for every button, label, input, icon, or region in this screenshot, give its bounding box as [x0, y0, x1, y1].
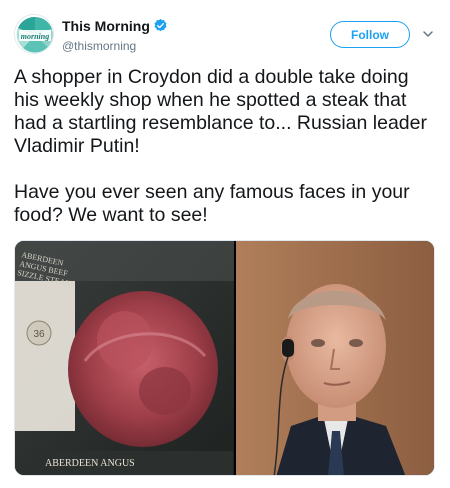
tweet-text: A shopper in Croydon did a double take d… — [14, 66, 434, 227]
tweet-media[interactable]: 36 ABERDEEN ANGUS BEEF SIZZLE STEAKS ABE… — [14, 240, 435, 476]
tweet-paragraph: Have you ever seen any famous faces in y… — [14, 181, 410, 226]
package-label-bottom: ABERDEEN ANGUS — [45, 458, 135, 469]
portrait-photo[interactable] — [236, 241, 434, 475]
verified-badge-icon — [154, 19, 167, 32]
follow-button[interactable]: Follow — [330, 21, 410, 48]
avatar[interactable]: morning — [14, 14, 54, 54]
badge-number: 36 — [33, 329, 45, 340]
display-name[interactable]: This Morning — [62, 18, 150, 34]
account-names: This Morning @thismorning — [62, 17, 168, 53]
account-handle[interactable]: @thismorning — [62, 39, 168, 53]
svg-text:morning: morning — [21, 32, 49, 41]
tweet-header: morning This Morning @thismorning Follow — [14, 14, 438, 62]
this-morning-logo-icon: morning — [15, 15, 53, 53]
tweet-card: morning This Morning @thismorning Follow… — [0, 0, 450, 488]
steak-illustration: 36 ABERDEEN ANGUS BEEF SIZZLE STEAKS ABE… — [15, 241, 234, 475]
chevron-down-icon[interactable] — [422, 28, 434, 40]
tweet-paragraph: A shopper in Croydon did a double take d… — [14, 66, 427, 157]
portrait-illustration — [236, 241, 434, 475]
steak-photo[interactable]: 36 ABERDEEN ANGUS BEEF SIZZLE STEAKS ABE… — [15, 241, 234, 475]
